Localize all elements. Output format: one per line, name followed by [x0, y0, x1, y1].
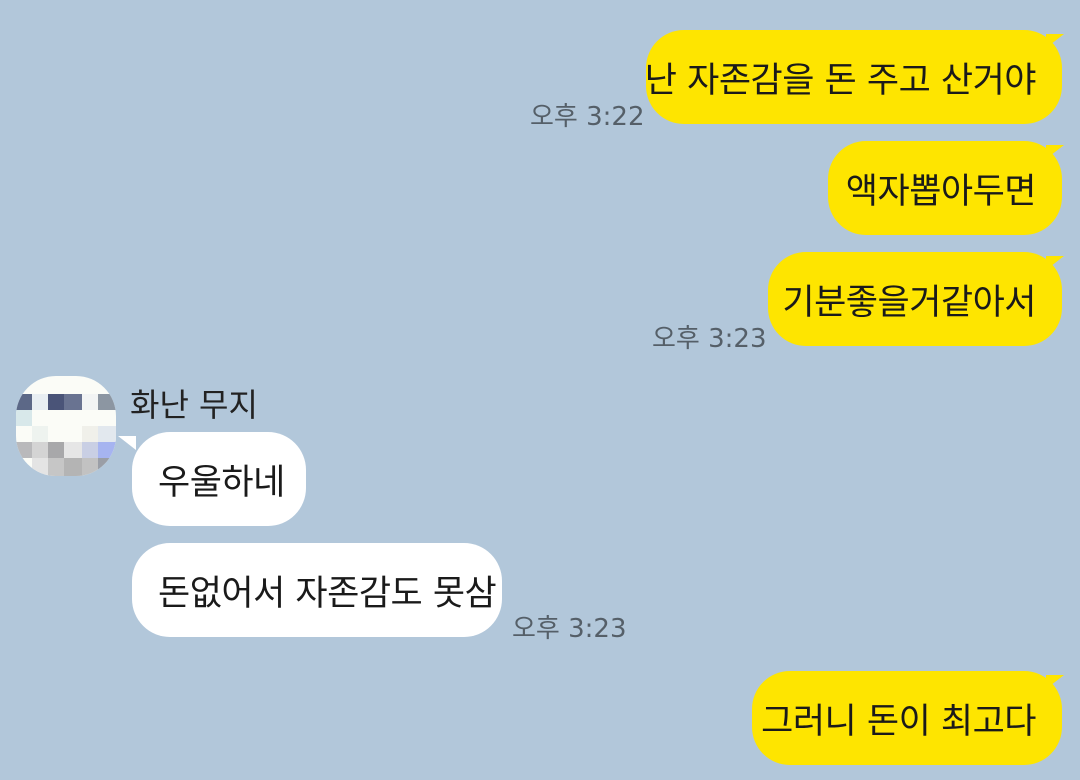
message-text: 돈없어서 자존감도 못삼 — [158, 573, 497, 614]
message-bubble-sent[interactable]: 액자뽑아두면 — [828, 141, 1062, 235]
message-bubble-received[interactable]: 돈없어서 자존감도 못삼 — [132, 543, 502, 637]
message-text: 난 자존감을 돈 주고 산거야 — [644, 60, 1037, 101]
message-text: 우울하네 — [158, 462, 285, 503]
message-timestamp: 오후 3:23 — [512, 614, 627, 644]
message-timestamp: 오후 3:22 — [530, 102, 645, 132]
message-text: 액자뽑아두면 — [845, 171, 1037, 212]
message-text: 기분좋을거같아서 — [782, 282, 1036, 323]
message-bubble-sent[interactable]: 기분좋을거같아서 — [768, 252, 1062, 346]
message-timestamp: 오후 3:23 — [652, 324, 767, 354]
message-bubble-sent[interactable]: 그러니 돈이 최고다 — [752, 671, 1062, 765]
message-bubble-received[interactable]: 우울하네 — [132, 432, 306, 526]
pixelated-avatar-icon[interactable] — [16, 376, 116, 476]
bubble-tail — [118, 436, 136, 450]
message-text: 그러니 돈이 최고다 — [761, 701, 1036, 742]
contact-name[interactable]: 화난 무지 — [130, 380, 258, 426]
message-bubble-sent[interactable]: 난 자존감을 돈 주고 산거야 — [644, 30, 1062, 124]
